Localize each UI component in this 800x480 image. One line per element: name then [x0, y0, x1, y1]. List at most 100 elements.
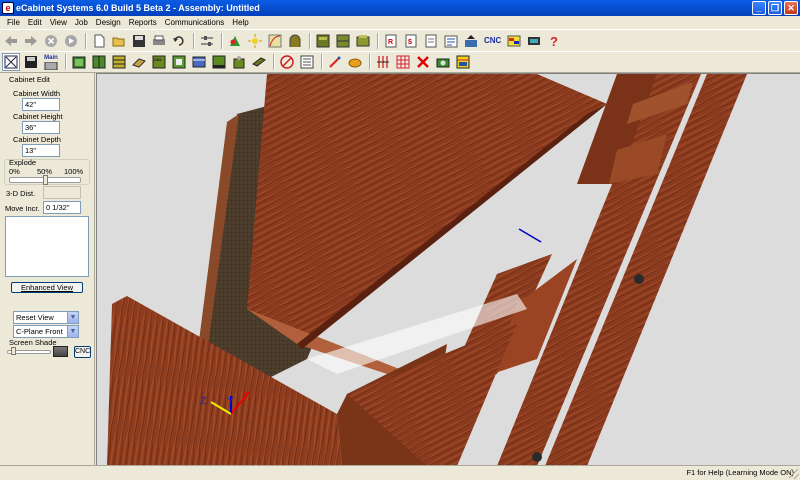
- drawer-icon: [112, 55, 126, 69]
- properties-button[interactable]: [298, 53, 316, 71]
- layout-button[interactable]: [454, 53, 472, 71]
- molding-button[interactable]: [190, 53, 208, 71]
- camera-button[interactable]: [434, 53, 452, 71]
- explode-slider-thumb[interactable]: [42, 175, 48, 185]
- shelf-button[interactable]: [130, 53, 148, 71]
- stop-button[interactable]: [42, 32, 60, 50]
- toolbar-separator: [309, 32, 311, 49]
- menu-design[interactable]: Design: [92, 16, 125, 29]
- no-edit-icon: [280, 55, 294, 69]
- knob-lower[interactable]: [532, 452, 542, 462]
- no-edit-button[interactable]: [278, 53, 296, 71]
- color-palette-icon: [507, 35, 521, 46]
- delete-button[interactable]: [414, 53, 432, 71]
- menu-help[interactable]: Help: [228, 16, 252, 29]
- assembly-button[interactable]: [354, 32, 372, 50]
- cost-report-button[interactable]: $: [402, 32, 420, 50]
- axis-z-label: Z: [200, 396, 206, 407]
- cplane-select[interactable]: C-Plane Front ▼: [13, 325, 79, 338]
- forward-button[interactable]: [22, 32, 40, 50]
- cabinet-icon: [316, 34, 330, 47]
- screen-shade-slider-thumb[interactable]: [10, 347, 16, 355]
- svg-text:R: R: [388, 39, 393, 46]
- menu-view[interactable]: View: [46, 16, 71, 29]
- menu-bar: File Edit View Job Design Reports Commun…: [0, 16, 800, 29]
- cabinet-edit-button[interactable]: [2, 53, 20, 71]
- part-list[interactable]: [5, 216, 89, 277]
- wall-cabinet-button[interactable]: [90, 53, 108, 71]
- report-button[interactable]: R: [382, 32, 400, 50]
- print-button[interactable]: [150, 32, 168, 50]
- document-button[interactable]: [422, 32, 440, 50]
- menu-edit[interactable]: Edit: [24, 16, 46, 29]
- design-toolbar: Main DBL: [0, 51, 800, 73]
- help-button[interactable]: ?: [545, 32, 563, 50]
- close-button[interactable]: ✕: [784, 1, 798, 15]
- hardware-button[interactable]: [230, 53, 248, 71]
- lighting-button[interactable]: [246, 32, 264, 50]
- layout-icon: [456, 55, 470, 69]
- chevron-down-icon[interactable]: ▼: [67, 326, 78, 337]
- undo-button[interactable]: [170, 32, 188, 50]
- cabinet-button[interactable]: [314, 32, 332, 50]
- drawer-button[interactable]: [110, 53, 128, 71]
- main-toolbar: R $ CNC ?: [0, 29, 800, 51]
- menu-reports[interactable]: Reports: [125, 16, 161, 29]
- minimize-button[interactable]: _: [752, 1, 766, 15]
- move-incr-label: Move Incr.: [5, 204, 40, 213]
- open-button[interactable]: [110, 32, 128, 50]
- menu-file[interactable]: File: [3, 16, 24, 29]
- cnc-button[interactable]: CNC: [74, 346, 91, 358]
- axis-y-label: Y: [227, 396, 234, 407]
- save-design-button[interactable]: [22, 53, 40, 71]
- upload-button[interactable]: [462, 32, 480, 50]
- move-incr-input[interactable]: 0 1/32": [43, 201, 81, 214]
- refresh-button[interactable]: [62, 32, 80, 50]
- save-button[interactable]: [130, 32, 148, 50]
- toe-kick-button[interactable]: [210, 53, 228, 71]
- main-label: Main: [44, 54, 58, 61]
- menu-job[interactable]: Job: [71, 16, 92, 29]
- resize-grip-icon[interactable]: [789, 469, 799, 479]
- base-cabinet-icon: [72, 56, 86, 69]
- cutlist-button[interactable]: [442, 32, 460, 50]
- cabinet-edit-icon: [4, 55, 18, 69]
- knob-upper[interactable]: [634, 274, 644, 284]
- film-button[interactable]: [525, 32, 543, 50]
- cnc-toolbar-button[interactable]: CNC: [482, 32, 503, 50]
- door-button[interactable]: DBL: [150, 53, 168, 71]
- split-vertical-button[interactable]: [374, 53, 392, 71]
- materials-button[interactable]: [226, 32, 244, 50]
- document-icon: [425, 34, 437, 47]
- curve-button[interactable]: [266, 32, 284, 50]
- main-button[interactable]: Main: [42, 53, 60, 71]
- 3d-dist-input[interactable]: [43, 186, 81, 199]
- menu-communications[interactable]: Communications: [161, 16, 229, 29]
- cabinet-group-button[interactable]: [334, 32, 352, 50]
- cabinet-3d-render[interactable]: X Y Z: [97, 74, 800, 465]
- settings-button[interactable]: [198, 32, 216, 50]
- back-button[interactable]: [2, 32, 20, 50]
- cabinet-height-label: Cabinet Height: [13, 112, 63, 121]
- cabinet-width-input[interactable]: 42": [22, 98, 60, 111]
- pencil-button[interactable]: [326, 53, 344, 71]
- light-icon: [248, 33, 262, 48]
- arch-button[interactable]: [286, 32, 304, 50]
- reset-view-select[interactable]: Reset View ▼: [13, 311, 79, 324]
- 3d-viewport[interactable]: X Y Z: [96, 73, 800, 465]
- restore-button[interactable]: ❐: [768, 1, 782, 15]
- new-button[interactable]: [90, 32, 108, 50]
- title-bar[interactable]: e eCabinet Systems 6.0 Build 5 Beta 2 - …: [0, 0, 800, 16]
- color-palette-button[interactable]: [505, 32, 523, 50]
- svg-text:DBL: DBL: [154, 57, 163, 62]
- shade-color-swatch[interactable]: [53, 346, 68, 357]
- face-frame-button[interactable]: [170, 53, 188, 71]
- base-cabinet-button[interactable]: [70, 53, 88, 71]
- chevron-down-icon[interactable]: ▼: [67, 312, 78, 323]
- grid-button[interactable]: [394, 53, 412, 71]
- cabinet-height-input[interactable]: 36": [22, 121, 60, 134]
- rotate-button[interactable]: [346, 53, 364, 71]
- enhanced-view-button[interactable]: Enhanced View: [11, 282, 83, 293]
- cabinet-depth-input[interactable]: 13": [22, 144, 60, 157]
- panel-button[interactable]: [250, 53, 268, 71]
